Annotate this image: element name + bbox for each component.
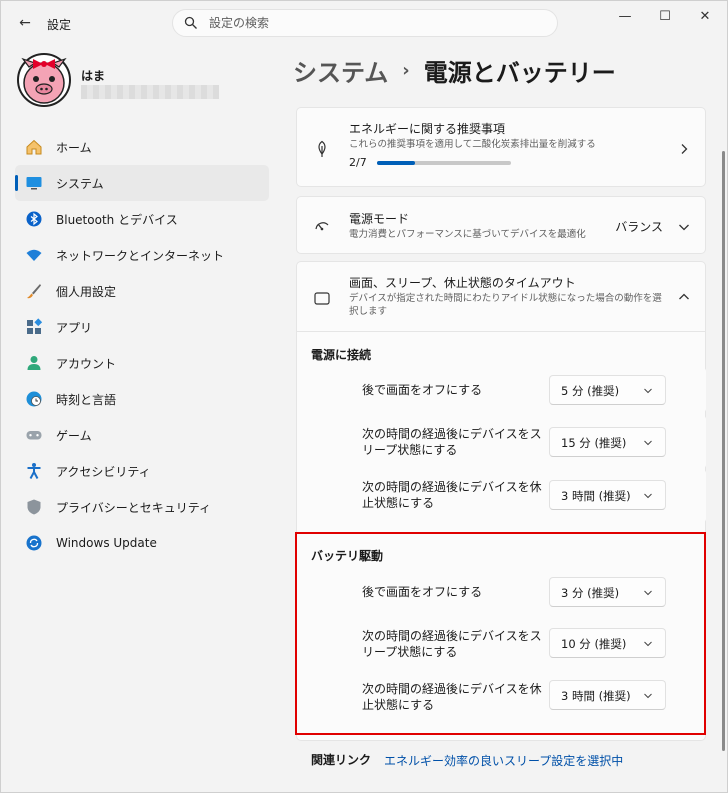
sidebar-item-label: プライバシーとセキュリティ (56, 500, 212, 515)
chevron-down-icon (644, 493, 652, 499)
sidebar-item-bluetooth[interactable]: Bluetooth とデバイス (15, 201, 269, 237)
wifi-icon (25, 246, 43, 264)
maximize-button[interactable]: ☐ (647, 5, 683, 29)
sidebar-item-windows-update[interactable]: Windows Update (15, 525, 269, 561)
sidebar-item-system[interactable]: システム (15, 165, 269, 201)
breadcrumb-parent[interactable]: システム (293, 53, 388, 88)
sidebar-item-label: アクセシビリティ (56, 464, 151, 479)
related-links-label: 関連リンク (311, 753, 372, 767)
sidebar-item-label: システム (56, 176, 104, 191)
leaf-icon (318, 140, 326, 157)
power-mode-dropdown[interactable]: バランス (615, 218, 663, 235)
scrollbar[interactable] (722, 151, 725, 751)
row-label: 後で画面をオフにする (362, 383, 483, 397)
sidebar-item-personalization[interactable]: 個人用設定 (15, 273, 269, 309)
page-title: 電源とバッテリー (423, 59, 616, 87)
avatar[interactable] (17, 53, 71, 107)
active-indicator (15, 175, 18, 191)
settings-window: ← 設定 — ☐ ✕ はま ホーム (0, 0, 728, 793)
battery-highlight-box (295, 532, 706, 735)
energy-efficient-sleep-link[interactable]: エネルギー効率の良いスリープ設定を選択中 (384, 752, 623, 769)
recommendations-title: エネルギーに関する推奨事項 (349, 122, 506, 136)
shield-icon (25, 498, 43, 516)
sidebar-item-time-language[interactable]: 時刻と言語 (15, 381, 269, 417)
sidebar-item-label: 時刻と言語 (56, 392, 117, 407)
search-box[interactable] (172, 9, 558, 37)
chevron-right-icon (681, 144, 688, 154)
dropdown-value: 5 分 (推奨) (561, 384, 620, 398)
sidebar-item-apps[interactable]: アプリ (15, 309, 269, 345)
plugged-hibernate-dropdown[interactable]: 3 時間 (推奨) (549, 480, 666, 510)
sidebar-item-label: アプリ (56, 320, 93, 335)
sidebar-item-label: ネットワークとインターネット (56, 248, 225, 263)
close-button[interactable]: ✕ (687, 5, 723, 29)
search-icon (184, 16, 197, 29)
recommendations-subtitle: これらの推奨事項を適用して二酸化炭素排出量を削減する (349, 139, 596, 150)
dropdown-value: 15 分 (推奨) (561, 436, 627, 450)
chevron-up-icon (679, 293, 689, 300)
timeouts-subtitle: デバイスが指定された時間にわたりアイドル状態になった場合の動作を選択します (349, 293, 662, 317)
sidebar-nav: ホーム システム Bluetooth とデバイス ネットワークとインターネット (15, 129, 269, 561)
dropdown-value: 3 時間 (推奨) (561, 489, 631, 503)
timeouts-header[interactable]: 画面、スリープ、休止状態のタイムアウト デバイスが指定された時間にわたりアイドル… (297, 262, 705, 332)
energy-recommendations-card[interactable]: エネルギーに関する推奨事項 これらの推奨事項を適用して二酸化炭素排出量を削減する… (296, 107, 706, 187)
accessibility-icon (25, 462, 43, 480)
power-mode-subtitle: 電力消費とパフォーマンスに基づいてデバイスを最適化 (349, 229, 586, 240)
apps-icon (25, 318, 43, 336)
recommendations-progress-text: 2/7 (349, 156, 367, 169)
update-icon (25, 534, 43, 552)
chevron-down-icon (679, 224, 689, 231)
progress-fill (377, 161, 416, 165)
row-label: 次の時間の経過後にデバイスを休止状態にする (362, 480, 542, 510)
sidebar-item-privacy[interactable]: プライバシーとセキュリティ (15, 489, 269, 525)
sidebar-item-network[interactable]: ネットワークとインターネット (15, 237, 269, 273)
plugged-hibernate-row: 次の時間の経過後にデバイスを休止状態にする 3 時間 (推奨) (312, 470, 706, 522)
sidebar-item-accessibility[interactable]: アクセシビリティ (15, 453, 269, 489)
chevron-down-icon (644, 440, 652, 446)
globe-clock-icon (25, 390, 43, 408)
sidebar-item-label: ゲーム (56, 428, 92, 443)
user-name: はま (81, 69, 106, 83)
screen-sleep-icon (314, 292, 330, 305)
plugged-screen-off-dropdown[interactable]: 5 分 (推奨) (549, 375, 666, 405)
plugged-screen-off-row: 後で画面をオフにする 5 分 (推奨) (312, 368, 706, 412)
timeouts-title: 画面、スリープ、休止状態のタイムアウト (349, 276, 576, 290)
sidebar-item-label: ホーム (56, 140, 92, 155)
chevron-down-icon (644, 388, 652, 394)
breadcrumb-separator: › (402, 60, 410, 81)
minimize-button[interactable]: — (607, 5, 643, 29)
account-icon (25, 354, 43, 372)
plugged-in-label: 電源に接続 (311, 348, 372, 362)
system-icon (25, 174, 43, 192)
breadcrumb: システム › 電源とバッテリー (293, 53, 616, 88)
recommendations-progress-bar (377, 161, 511, 165)
power-mode-title: 電源モード (349, 212, 410, 226)
brush-icon (25, 282, 43, 300)
back-button[interactable]: ← (15, 13, 35, 33)
power-mode-icon (315, 222, 329, 231)
search-input[interactable] (209, 14, 539, 32)
sidebar-item-label: Bluetooth とデバイス (56, 212, 178, 227)
app-title: 設定 (47, 18, 72, 32)
bluetooth-icon (25, 210, 43, 228)
sidebar-item-label: アカウント (56, 356, 117, 371)
plugged-sleep-dropdown[interactable]: 15 分 (推奨) (549, 427, 666, 457)
sidebar-item-accounts[interactable]: アカウント (15, 345, 269, 381)
gamepad-icon (25, 426, 43, 444)
power-mode-card[interactable]: 電源モード 電力消費とパフォーマンスに基づいてデバイスを最適化 バランス (296, 196, 706, 254)
home-icon (25, 138, 43, 156)
plugged-sleep-row: 次の時間の経過後にデバイスをスリープ状態にする 15 分 (推奨) (312, 416, 706, 468)
sidebar-item-label: Windows Update (56, 536, 157, 550)
row-label: 次の時間の経過後にデバイスをスリープ状態にする (362, 427, 542, 457)
user-email-redacted (81, 85, 219, 99)
sidebar-item-gaming[interactable]: ゲーム (15, 417, 269, 453)
sidebar-item-label: 個人用設定 (56, 284, 117, 299)
sidebar-item-home[interactable]: ホーム (15, 129, 269, 165)
